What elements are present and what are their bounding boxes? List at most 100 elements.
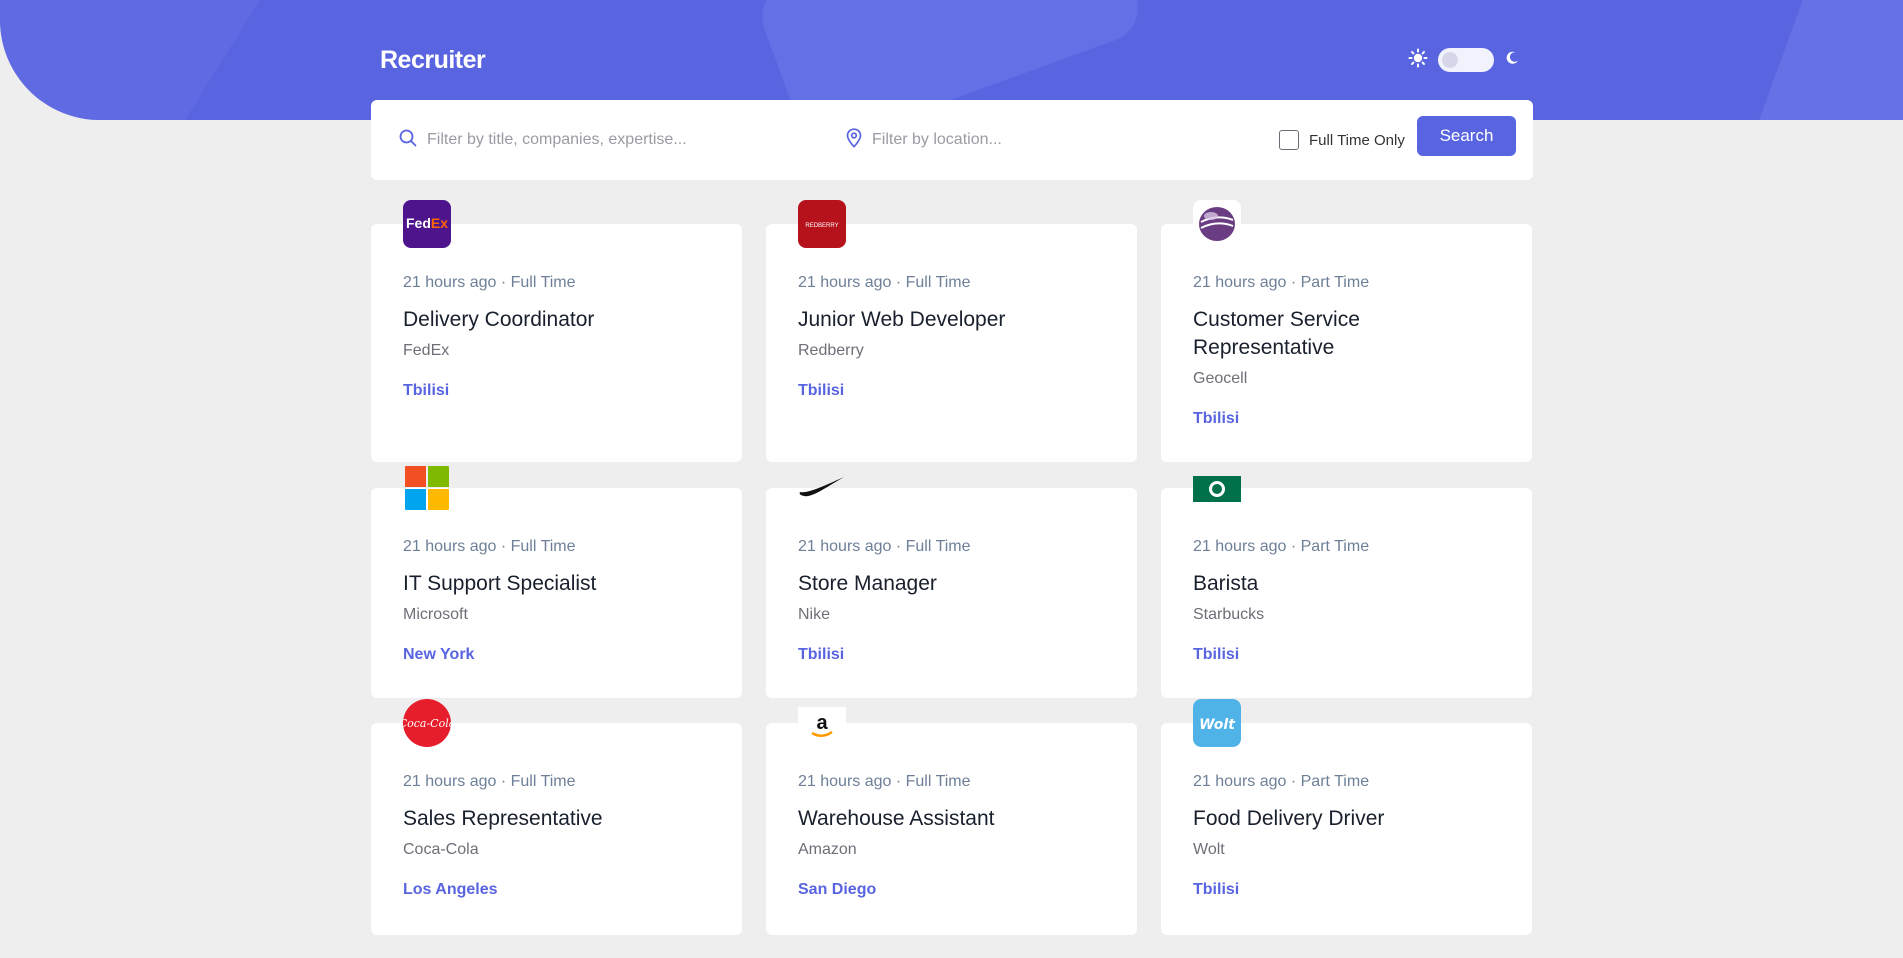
svg-text:REDBERRY: REDBERRY <box>805 223 838 229</box>
job-meta: 21 hours ago · Part Time <box>1193 538 1369 556</box>
company-name: Coca-Cola <box>403 841 479 858</box>
separator-dot: · <box>1286 274 1301 291</box>
theme-toggle[interactable] <box>1438 48 1494 72</box>
job-location: San Diego <box>798 881 877 898</box>
job-type: Full Time <box>905 274 971 291</box>
job-type: Full Time <box>510 538 576 555</box>
job-card[interactable]: REDBERRY 21 hours ago · Full Time Junior W… <box>766 200 1137 462</box>
job-card[interactable]: 21 hours ago · Part Time Customer Service… <box>1161 200 1532 462</box>
svg-text:Wolt: Wolt <box>1199 717 1236 733</box>
job-type: Part Time <box>1300 773 1370 790</box>
posted-time: 21 hours ago <box>1193 274 1287 291</box>
svg-text:Coca-Cola: Coca-Cola <box>403 717 451 730</box>
company-name: Starbucks <box>1193 606 1265 623</box>
location-filter <box>846 100 1252 180</box>
separator-dot: · <box>891 274 906 291</box>
redberry-logo-icon: REDBERRY <box>798 200 846 248</box>
separator-dot: · <box>1286 538 1301 555</box>
job-title[interactable]: Customer Service Representative <box>1193 306 1493 362</box>
job-type: Full Time <box>905 773 971 790</box>
job-location: Tbilisi <box>798 382 845 399</box>
toggle-knob <box>1442 52 1458 68</box>
job-type: Full Time <box>510 274 576 291</box>
svg-text:a: a <box>816 712 828 734</box>
separator-dot: · <box>496 773 511 790</box>
job-card[interactable]: 21 hours ago · Full Time Store Manager Nik… <box>766 477 1137 698</box>
company-name: Nike <box>798 606 831 623</box>
job-location: Tbilisi <box>1193 646 1240 663</box>
job-title[interactable]: Food Delivery Driver <box>1193 805 1493 833</box>
job-meta: 21 hours ago · Full Time <box>798 274 971 292</box>
posted-time: 21 hours ago <box>798 538 892 555</box>
posted-time: 21 hours ago <box>798 773 892 790</box>
company-name: Amazon <box>798 841 857 858</box>
moon-icon <box>1504 50 1520 71</box>
location-search-input[interactable] <box>872 131 1252 149</box>
job-card[interactable]: Wolt 21 hours ago · Part Time Food Deliver… <box>1161 699 1532 935</box>
job-card[interactable]: Coca-Cola 21 hours ago · Full Time Sales R… <box>371 699 742 935</box>
search-button[interactable]: Search <box>1417 116 1516 156</box>
job-location: Tbilisi <box>403 382 450 399</box>
posted-time: 21 hours ago <box>403 773 497 790</box>
search-icon <box>399 129 417 152</box>
sun-icon <box>1408 48 1428 73</box>
job-meta: 21 hours ago · Full Time <box>403 274 576 292</box>
fulltime-label: Full Time Only <box>1309 131 1405 149</box>
brand-logo[interactable]: Recruiter <box>380 46 486 75</box>
title-filter <box>399 100 807 180</box>
fulltime-checkbox[interactable] <box>1279 130 1299 150</box>
title-search-input[interactable] <box>427 131 807 149</box>
job-meta: 21 hours ago · Full Time <box>403 538 576 556</box>
fedex-logo-icon: FedEx <box>403 200 451 248</box>
company-name: Wolt <box>1193 841 1225 858</box>
starbucks-logo-icon <box>1193 464 1241 512</box>
job-title[interactable]: Store Manager <box>798 570 1098 598</box>
microsoft-logo-icon <box>403 464 451 512</box>
job-title[interactable]: Warehouse Assistant <box>798 805 1098 833</box>
job-location: Tbilisi <box>798 646 845 663</box>
job-location: Los Angeles <box>403 881 498 898</box>
svg-text:FedEx: FedEx <box>406 215 448 231</box>
job-card[interactable]: a 21 hours ago · Full Time Warehouse Assis… <box>766 707 1137 935</box>
job-type: Part Time <box>1300 538 1370 555</box>
posted-time: 21 hours ago <box>1193 538 1287 555</box>
job-type: Part Time <box>1300 274 1370 291</box>
posted-time: 21 hours ago <box>403 274 497 291</box>
company-name: Redberry <box>798 342 864 359</box>
coca-cola-logo-icon: Coca-Cola <box>403 699 451 747</box>
job-meta: 21 hours ago · Full Time <box>798 538 971 556</box>
amazon-logo-icon: a <box>798 699 846 747</box>
job-card[interactable]: 21 hours ago · Part Time Barista Starbucks… <box>1161 476 1532 698</box>
job-title[interactable]: Junior Web Developer <box>798 306 1098 334</box>
job-card[interactable]: FedEx 21 hours ago · Full Time Delivery Co… <box>371 200 742 462</box>
fulltime-filter[interactable]: Full Time Only <box>1279 100 1405 180</box>
separator-dot: · <box>496 274 511 291</box>
company-name: Geocell <box>1193 370 1248 387</box>
search-bar: Full Time Only Search <box>371 100 1533 180</box>
job-title[interactable]: Barista <box>1193 570 1493 598</box>
posted-time: 21 hours ago <box>1193 773 1287 790</box>
wolt-logo-icon: Wolt <box>1193 699 1241 747</box>
job-title[interactable]: Sales Representative <box>403 805 703 833</box>
decorative-shape <box>1751 0 1903 120</box>
company-name: Microsoft <box>403 606 468 623</box>
company-name: FedEx <box>403 342 450 359</box>
posted-time: 21 hours ago <box>798 274 892 291</box>
separator-dot: · <box>496 538 511 555</box>
separator-dot: · <box>1286 773 1301 790</box>
decorative-shape <box>0 0 260 120</box>
job-location: Tbilisi <box>1193 410 1240 427</box>
job-title[interactable]: Delivery Coordinator <box>403 306 703 334</box>
job-title[interactable]: IT Support Specialist <box>403 570 703 598</box>
job-meta: 21 hours ago · Full Time <box>403 773 576 791</box>
job-location: Tbilisi <box>1193 881 1240 898</box>
job-meta: 21 hours ago · Part Time <box>1193 274 1369 292</box>
nike-logo-icon <box>798 464 846 512</box>
location-pin-icon <box>846 127 862 153</box>
job-location: New York <box>403 646 475 663</box>
job-card[interactable]: 21 hours ago · Full Time IT Support Speci… <box>371 466 742 698</box>
geocell-logo-icon <box>1193 200 1241 248</box>
job-meta: 21 hours ago · Full Time <box>798 773 971 791</box>
separator-dot: · <box>891 538 906 555</box>
theme-switch <box>1408 46 1520 74</box>
